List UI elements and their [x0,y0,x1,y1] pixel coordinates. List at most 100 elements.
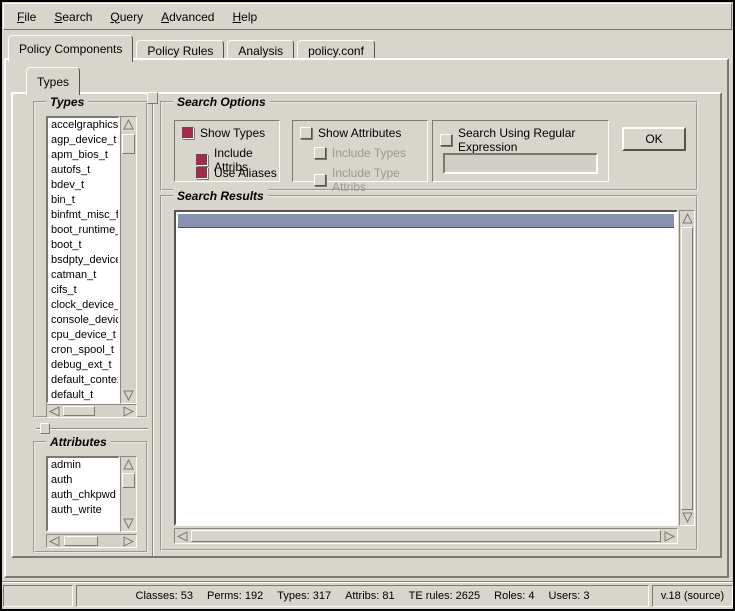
scroll-down-icon[interactable] [121,388,136,403]
results-horizontal-scrollbar[interactable] [174,528,678,544]
checkbox-indicator-icon [314,174,326,186]
type-list-item[interactable]: cpu_device_t [48,328,118,343]
regex-groupbox: Search Using Regular Expression [432,120,609,182]
attributes-vertical-scrollbar[interactable] [120,456,137,532]
attribute-list-item[interactable]: admin [48,458,118,473]
regex-input[interactable] [443,153,598,174]
main-pane-sash[interactable] [152,96,154,556]
scroll-left-icon[interactable] [47,535,62,547]
menu-bar: File Search Query Advanced Help [3,3,732,30]
scroll-thumb[interactable] [64,536,98,546]
stat-item: Perms: 192 [207,590,263,602]
status-stats-panel: Classes: 53Perms: 192Types: 317Attribs: … [76,585,649,607]
scroll-right-icon[interactable] [121,405,136,417]
stat-item: Attribs: 81 [345,590,395,602]
regex-checkbox[interactable]: Search Using Regular Expression [440,126,608,154]
types-horizontal-scrollbar[interactable] [46,404,137,418]
type-list-item[interactable]: bin_t [48,193,118,208]
attribute-list-item[interactable]: auth_chkpwd [48,488,118,503]
type-list-item[interactable]: accelgraphics_e [48,118,118,133]
scroll-up-icon[interactable] [121,117,136,132]
scroll-thumb[interactable] [191,530,661,542]
apol-window: File Search Query Advanced Help Policy C… [0,0,735,611]
checkbox-label: Search Using Regular Expression [458,126,608,154]
use-aliases-checkbox[interactable]: Use Aliases [196,166,277,180]
include-type-attribs-checkbox[interactable]: Include Type Attribs [314,166,427,194]
scroll-down-icon[interactable] [680,510,694,525]
tab-types[interactable]: Types [26,67,80,95]
type-list-item[interactable]: clock_device_t [48,298,118,313]
scroll-thumb[interactable] [122,473,135,488]
type-list-item[interactable]: cron_spool_t [48,343,118,358]
checkbox-label: Show Types [200,126,265,140]
main-tab-bar: Policy Components Policy Rules Analysis … [8,34,378,60]
stat-item: Users: 3 [549,590,590,602]
scroll-left-icon[interactable] [47,405,62,417]
type-list-item[interactable]: apm_bios_t [48,148,118,163]
tab-policy-rules[interactable]: Policy Rules [136,40,224,60]
search-results-textarea[interactable] [174,210,678,526]
scroll-thumb[interactable] [681,227,693,510]
menu-query[interactable]: Query [101,7,152,27]
checkbox-indicator-icon [314,147,326,159]
selected-line-highlight [178,214,674,228]
tab-policy-conf[interactable]: policy.conf [297,40,375,60]
checkbox-indicator-icon [196,154,208,166]
search-options-frame: Search Options Show Types Include Attrib… [160,101,698,191]
type-list-item[interactable]: catman_t [48,268,118,283]
attributes-frame: Attributes adminauthauth_chkpwdauth_writ… [33,441,148,553]
main-pane-sash-handle[interactable] [147,92,158,104]
attribute-list-item[interactable]: auth [48,473,118,488]
show-attributes-checkbox[interactable]: Show Attributes [300,126,401,140]
search-results-frame-label: Search Results [173,189,268,203]
type-list-item[interactable]: agp_device_t [48,133,118,148]
type-list-item[interactable]: bsdpty_device_ [48,253,118,268]
checkbox-indicator-icon [440,134,452,146]
attributes-listbox[interactable]: adminauthauth_chkpwdauth_write [46,456,120,532]
left-pane-sash-handle[interactable] [40,423,50,434]
type-list-item[interactable]: cifs_t [48,283,118,298]
checkbox-label: Show Attributes [318,126,401,140]
type-list-item[interactable]: debug_ext_t [48,358,118,373]
tab-analysis[interactable]: Analysis [227,40,294,60]
type-list-item[interactable]: default_context [48,373,118,388]
scroll-thumb[interactable] [63,406,95,416]
stat-item: TE rules: 2625 [409,590,481,602]
menu-search[interactable]: Search [45,7,101,27]
scroll-right-icon[interactable] [662,529,677,543]
types-vertical-scrollbar[interactable] [120,116,137,404]
types-frame-label: Types [46,95,88,109]
type-list-item[interactable]: default_t [48,388,118,403]
status-left-panel [3,585,73,607]
type-list-item[interactable]: boot_runtime_t [48,223,118,238]
menu-help[interactable]: Help [223,7,266,27]
menu-file[interactable]: File [8,7,45,27]
type-list-item[interactable]: boot_t [48,238,118,253]
ok-button[interactable]: OK [622,127,686,151]
status-version-panel: v.18 (source) [652,585,733,607]
type-list-item[interactable]: autofs_t [48,163,118,178]
left-pane-sash[interactable] [36,428,148,430]
results-vertical-scrollbar[interactable] [679,210,695,526]
show-types-checkbox[interactable]: Show Types [182,126,265,140]
checkbox-indicator-icon [182,127,194,139]
scroll-up-icon[interactable] [121,457,136,472]
include-types-checkbox[interactable]: Include Types [314,146,406,160]
scroll-down-icon[interactable] [121,516,136,531]
attributes-horizontal-scrollbar[interactable] [46,534,137,548]
stat-item: Roles: 4 [494,590,534,602]
type-list-item[interactable]: console_device [48,313,118,328]
attribute-list-item[interactable]: auth_write [48,503,118,518]
type-list-item[interactable]: binfmt_misc_fs [48,208,118,223]
scroll-right-icon[interactable] [121,535,136,547]
search-options-frame-label: Search Options [173,95,270,109]
tab-policy-components[interactable]: Policy Components [8,35,133,62]
types-listbox[interactable]: accelgraphics_eagp_device_tapm_bios_taut… [46,116,120,404]
type-list-item[interactable]: bdev_t [48,178,118,193]
scroll-left-icon[interactable] [175,529,190,543]
checkbox-indicator-icon [196,167,208,179]
scroll-thumb[interactable] [122,134,135,154]
checkbox-label: Use Aliases [214,166,277,180]
scroll-up-icon[interactable] [680,211,694,226]
menu-advanced[interactable]: Advanced [152,7,223,27]
